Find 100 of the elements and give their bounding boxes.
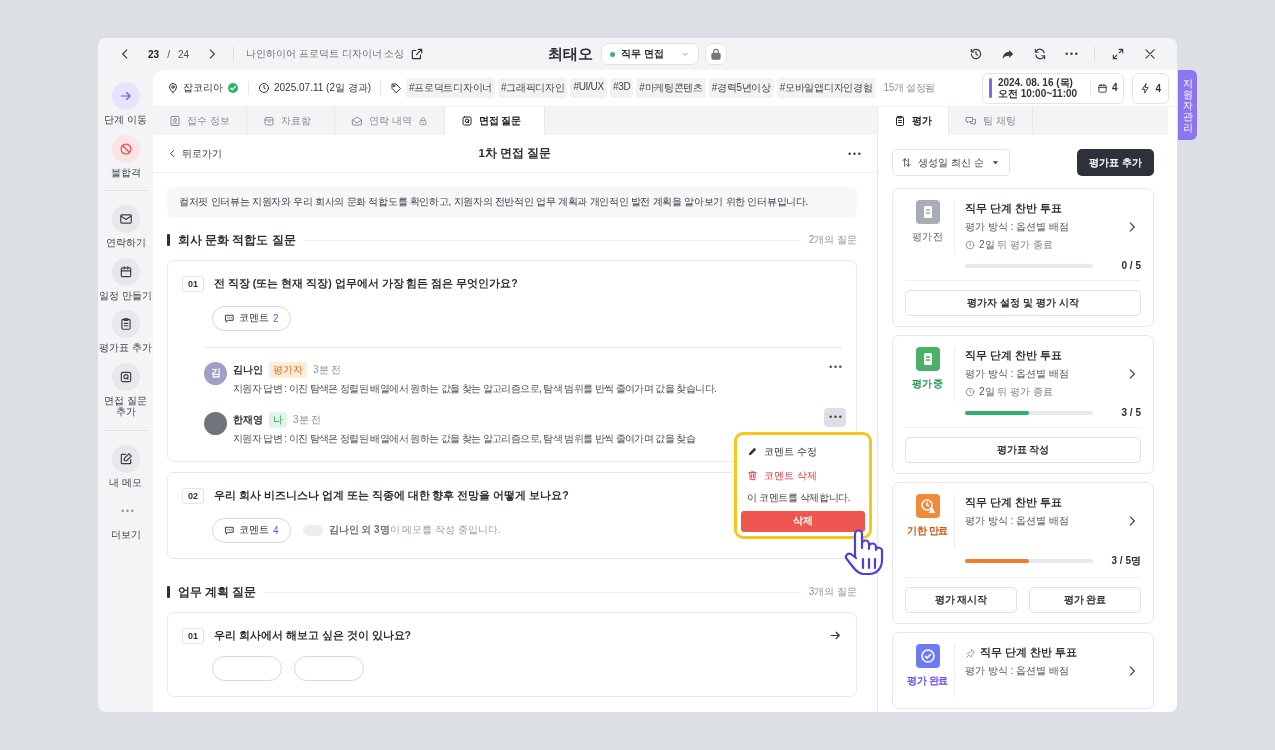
avatar: 김 [204, 361, 227, 385]
progress-text: 3 / 5명 [1110, 554, 1141, 568]
role-badge: 나 [269, 411, 287, 428]
page-total: 24 [177, 48, 190, 60]
evaluation-title: 직무 단계 찬반 투표 [965, 202, 1062, 216]
chat-icon [965, 115, 977, 127]
page-separator: / [167, 48, 170, 60]
tag-chip: #3D [609, 78, 634, 98]
sort-dropdown[interactable]: 생성일 최신 순 [892, 149, 1010, 176]
question-text: 우리 회사에서 해보고 싶은 것이 있나요? [214, 628, 411, 643]
calendar-icon [118, 264, 133, 279]
clock-icon [965, 240, 975, 250]
trash-icon [747, 470, 758, 481]
schedule-time: 2024. 08. 16 (목) 오전 10:00~11:00 [997, 76, 1079, 100]
comment-button[interactable]: 코멘트 4 [212, 517, 291, 543]
clipboard-icon [915, 347, 940, 371]
clock-warning-icon [915, 494, 940, 518]
question-number: 01 [182, 627, 204, 644]
question-text: 전 직장 (또는 현재 직장) 업무에서 가장 힘든 점은 무엇인가요? [214, 276, 518, 291]
clipboard-icon [118, 317, 133, 331]
more-icon [848, 151, 861, 156]
tab[interactable]: 면접 질문 [444, 107, 545, 135]
page-title: 1차 면접 질문 [478, 146, 552, 161]
refresh-icon [1033, 47, 1047, 61]
comment-author: 김나인 [233, 362, 263, 377]
applied-date: 2025.07.11 (2일 경과) [274, 81, 372, 95]
arrow-right-icon [829, 629, 842, 642]
sidebar-item[interactable]: 불합격 [98, 134, 153, 178]
tag-chip: #UI/UX [570, 78, 607, 98]
comment-button[interactable]: 코멘트 2 [212, 305, 291, 331]
external-link-icon [410, 47, 425, 61]
confirm-text: 이 코멘트를 삭제합니다. [746, 490, 852, 505]
status-label: 평가 전 [911, 230, 944, 244]
lock-button[interactable] [705, 43, 727, 65]
evaluation-action-button[interactable]: 평가 재시작 [905, 587, 1017, 613]
deadline-text: 2일 뒤 평가 종료 [979, 385, 1053, 399]
calendar-count: 4 [1111, 82, 1118, 94]
more-icon [828, 365, 842, 369]
comment-more-button[interactable] [824, 407, 846, 427]
edit-icon [118, 451, 133, 466]
pencil-icon [747, 446, 758, 457]
page-current: 23 [148, 48, 160, 60]
status-label: 평가 완료 [907, 674, 948, 688]
comment-icon [224, 312, 235, 324]
tag-chip: #마케팅콘텐츠 [636, 78, 706, 98]
comment-time: 3분 전 [293, 412, 322, 427]
location-icon [167, 82, 179, 94]
sidebar-item[interactable]: 면접 질문 추가 [98, 362, 153, 418]
clock-icon [965, 387, 975, 397]
evaluation-action-button[interactable]: 평가자 설정 및 평가 시작 [905, 290, 1141, 316]
schedule-box[interactable]: 2024. 08. 16 (목) 오전 10:00~11:00 4 [981, 72, 1125, 104]
evaluation-title: 직무 단계 찬반 투표 [980, 646, 1077, 660]
side-panel-tab[interactable]: 지원자 관리 [1178, 70, 1197, 140]
comment-time: 3분 전 [313, 362, 342, 377]
evaluation-action-button[interactable]: 평가표 작성 [905, 437, 1141, 463]
bolt-count: 4 [1155, 82, 1161, 94]
menu-item[interactable]: 코멘트 수정 [741, 440, 865, 463]
sidebar-item[interactable]: 내 메모 [98, 444, 153, 488]
progress-text: 3 / 5 [1120, 407, 1141, 418]
menu-item[interactable]: 코멘트 삭제 [741, 464, 865, 487]
tag-chip: #그래픽디자인 [497, 78, 568, 98]
tag-chip: #모바일앱디자인경험 [776, 78, 876, 98]
more-button[interactable] [1063, 50, 1080, 58]
typing-status: 김나인 외 3명이 메모를 작성 중입니다. [328, 523, 501, 537]
share-icon [1001, 47, 1015, 61]
clipboard-icon [894, 115, 906, 127]
job-posting-link[interactable]: 나인하이어 프로덕트 디자이너 소싱 [246, 47, 405, 61]
tag-chip: #프로덕트디자이너 [406, 78, 495, 98]
history-icon [969, 47, 983, 61]
bolt-box[interactable]: 4 [1132, 72, 1169, 104]
question-count: 3개의 질문 [808, 585, 857, 599]
intro-text: 컬처핏 인터뷰는 지원자와 우리 회사의 문화 적합도를 확인하고, 지원자의 전반적인 업무 계획과 개인적인 발전 계획을 알아보기 위한 인터뷰입니다. [167, 187, 857, 217]
role-badge: 평가자 [269, 361, 307, 378]
stage-dropdown[interactable]: 직무 면접 [601, 43, 699, 65]
question-icon [118, 369, 133, 384]
tab[interactable]: 평가 [878, 107, 949, 135]
sidebar-item[interactable]: 일정 만들기 [98, 257, 153, 301]
sort-icon [901, 157, 912, 168]
sidebar-item[interactable]: 연락하기 [98, 205, 153, 249]
comment-text: 지원자 답변 : 이진 탐색은 정렬된 배열에서 원하는 값을 찾는 알고리즘으로, 탐색 범위를 반씩 줄여가며 값을 찾습 [233, 431, 697, 446]
add-evaluation-button[interactable]: 평가표 추가 [1077, 149, 1154, 176]
sidebar-item[interactable]: 단계 이동 [98, 82, 153, 126]
sidebar-item[interactable]: 더보기 [98, 497, 153, 541]
comment-text: 지원자 답변 : 이진 탐색은 정렬된 배열에서 원하는 값을 찾는 알고리즘으로, 탐색 범위를 반씩 줄여가며 값을 찾습니다. [233, 381, 718, 396]
clipboard-icon [915, 200, 940, 224]
calendar-icon [1096, 82, 1108, 94]
expand-icon [1111, 47, 1125, 61]
close-icon [1143, 47, 1157, 61]
evaluation-method: 평가 방식 : 옵션별 배점 [965, 514, 1070, 528]
back-button[interactable]: 뒤로가기 [167, 146, 222, 161]
status-label: 기한 만료 [907, 524, 948, 538]
evaluation-action-button[interactable]: 평가 완료 [1029, 587, 1141, 613]
arrow-right-icon [118, 89, 133, 103]
lock-icon [709, 47, 723, 61]
bolt-icon [1140, 82, 1152, 94]
evaluation-method: 평가 방식 : 옵션별 배점 [965, 367, 1070, 381]
mail-icon [118, 212, 133, 226]
status-label: 평가 중 [911, 377, 944, 391]
sidebar-item[interactable]: 평가표 추가 [98, 310, 153, 354]
more-icon [121, 509, 134, 513]
